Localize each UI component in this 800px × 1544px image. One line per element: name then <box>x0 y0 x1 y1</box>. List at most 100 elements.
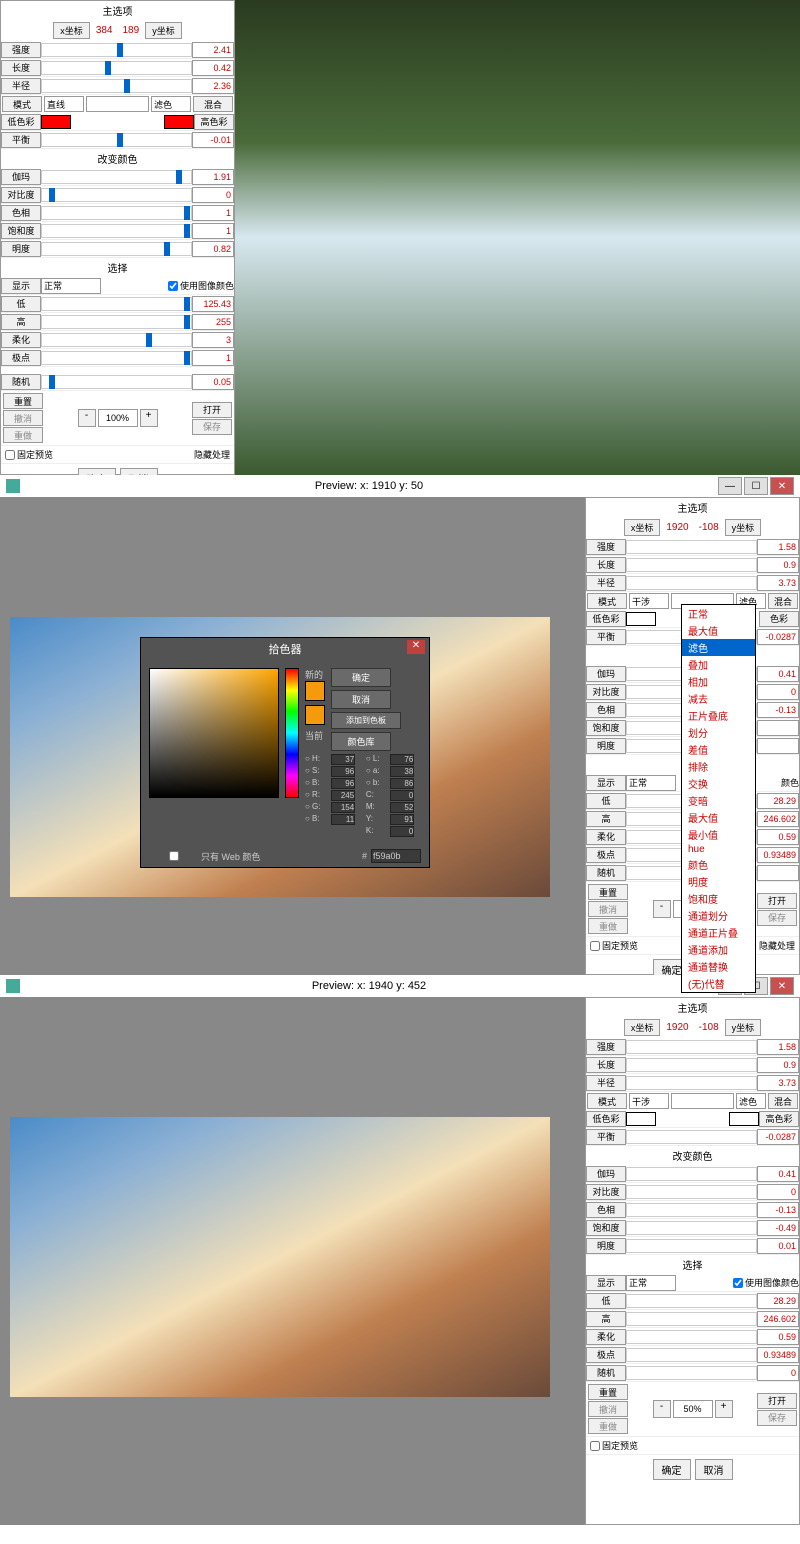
mode-dd2[interactable] <box>671 1093 734 1109</box>
sat-value[interactable]: 1 <box>192 223 234 239</box>
high-label[interactable]: 高 <box>586 1311 626 1327</box>
soften-val[interactable]: 0.59 <box>757 829 799 845</box>
blend-option[interactable]: 明度 <box>682 873 755 890</box>
slider[interactable] <box>626 1185 757 1199</box>
val[interactable]: 0 <box>757 1365 799 1381</box>
high-color-swatch[interactable] <box>164 115 194 129</box>
bright-val[interactable] <box>757 738 799 754</box>
hue-label[interactable]: 色相 <box>586 702 626 718</box>
undo-btn[interactable]: 撤消 <box>588 901 628 917</box>
blend-option[interactable]: 最大值 <box>682 622 755 639</box>
bright-value[interactable]: 0.82 <box>192 241 234 257</box>
open-btn[interactable]: 打开 <box>192 402 232 418</box>
cp-y-input[interactable] <box>390 814 414 825</box>
random-value[interactable]: 0.05 <box>192 374 234 390</box>
pole-label[interactable]: 极点 <box>586 1347 626 1363</box>
mode-dropdown-3[interactable]: 滤色 <box>151 96 191 112</box>
contrast-label[interactable]: 对比度 <box>586 1184 626 1200</box>
val[interactable]: 0.93489 <box>757 1347 799 1363</box>
sat-label[interactable]: 饱和度 <box>586 720 626 736</box>
reset-btn[interactable]: 重置 <box>3 393 43 409</box>
pole-slider[interactable] <box>41 351 192 365</box>
slider[interactable] <box>626 1040 757 1054</box>
blend-option[interactable]: 减去 <box>682 690 755 707</box>
intensity-slider[interactable] <box>41 43 192 57</box>
zoom-spinner[interactable]: -50%+ <box>653 1400 733 1418</box>
x-coord-btn[interactable]: x坐标 <box>624 1019 661 1036</box>
display-label[interactable]: 显示 <box>586 775 626 791</box>
maximize-button[interactable]: ☐ <box>744 477 768 495</box>
cp-close-button[interactable]: ✕ <box>407 640 425 654</box>
length-value[interactable]: 0.42 <box>192 60 234 76</box>
x-coord-btn[interactable]: x坐标 <box>624 519 661 536</box>
val[interactable]: 0 <box>757 1184 799 1200</box>
val[interactable]: -0.49 <box>757 1220 799 1236</box>
hue-value[interactable]: 1 <box>192 205 234 221</box>
contrast-value[interactable]: 0 <box>192 187 234 203</box>
length-label[interactable]: 长度 <box>586 1057 626 1073</box>
cp-a-input[interactable] <box>390 766 414 777</box>
radius-label[interactable]: 半径 <box>1 78 41 94</box>
high-value[interactable]: 255 <box>192 314 234 330</box>
low-color[interactable] <box>626 1112 656 1126</box>
balance-value[interactable]: -0.01 <box>192 132 234 148</box>
length-slider[interactable] <box>41 61 192 75</box>
close-button[interactable]: ✕ <box>770 977 794 995</box>
low-label[interactable]: 低 <box>586 793 626 809</box>
slider[interactable] <box>626 576 757 590</box>
mix-label[interactable]: 混合 <box>193 96 233 112</box>
save-btn[interactable]: 保存 <box>757 910 797 926</box>
cancel-button[interactable]: 取消 <box>695 1459 733 1480</box>
ok-button[interactable]: 确定 <box>653 1459 691 1480</box>
val[interactable]: 0.59 <box>757 1329 799 1345</box>
cp-b-input[interactable] <box>331 778 355 789</box>
reset-btn[interactable]: 重置 <box>588 1384 628 1400</box>
intensity-label[interactable]: 强度 <box>1 42 41 58</box>
contrast-val[interactable]: 0 <box>757 684 799 700</box>
display-dropdown[interactable]: 正常 <box>41 278 101 294</box>
balance-val[interactable]: -0.0287 <box>757 629 799 645</box>
cp-l-input[interactable] <box>390 754 414 765</box>
fixed-preview-check[interactable]: 固定预览 <box>590 1439 638 1452</box>
val[interactable]: -0.13 <box>757 1202 799 1218</box>
gamma-label[interactable]: 伽玛 <box>586 666 626 682</box>
redo-btn[interactable]: 重做 <box>3 427 43 443</box>
lowcolor-label[interactable]: 低色彩 <box>1 114 41 130</box>
blend-option[interactable]: 饱和度 <box>682 890 755 907</box>
high-label[interactable]: 高 <box>1 314 41 330</box>
hide-process-label[interactable]: 隐藏处理 <box>194 448 230 461</box>
val[interactable]: 0.41 <box>757 1166 799 1182</box>
blend-option[interactable]: hue <box>682 843 755 856</box>
cp-s-input[interactable] <box>331 766 355 777</box>
radius-val[interactable]: 3.73 <box>757 575 799 591</box>
cp-g-input[interactable] <box>331 802 355 813</box>
blend-option[interactable]: 最大值 <box>682 809 755 826</box>
low-label[interactable]: 低 <box>1 296 41 312</box>
cp-web-only-check[interactable]: 只有 Web 颜色 <box>149 850 260 863</box>
save-btn[interactable]: 保存 <box>757 1410 797 1426</box>
random-label[interactable]: 随机 <box>1 374 41 390</box>
pole-label[interactable]: 极点 <box>586 847 626 863</box>
random-label[interactable]: 随机 <box>586 865 626 881</box>
high-color[interactable] <box>729 1112 759 1126</box>
balance-label[interactable]: 平衡 <box>1 132 41 148</box>
sat-val[interactable] <box>757 720 799 736</box>
cp-new-swatch[interactable] <box>305 681 325 701</box>
soften-label[interactable]: 柔化 <box>586 1329 626 1345</box>
slider[interactable] <box>626 1221 757 1235</box>
slider[interactable] <box>626 1348 757 1362</box>
contrast-label[interactable]: 对比度 <box>586 684 626 700</box>
length-label[interactable]: 长度 <box>1 60 41 76</box>
high-label[interactable]: 高 <box>586 811 626 827</box>
slider[interactable] <box>626 1330 757 1344</box>
pole-value[interactable]: 1 <box>192 350 234 366</box>
fixed-preview-check[interactable]: 固定预览 <box>5 448 53 461</box>
slider[interactable] <box>626 1130 757 1144</box>
cp-m-input[interactable] <box>390 802 414 813</box>
cp-current-swatch[interactable] <box>305 705 325 725</box>
random-slider[interactable] <box>41 375 192 389</box>
preview-canvas-3[interactable] <box>0 997 585 1525</box>
low-val[interactable]: 28.29 <box>757 793 799 809</box>
val[interactable]: -0.0287 <box>757 1129 799 1145</box>
gamma-label[interactable]: 伽玛 <box>586 1166 626 1182</box>
